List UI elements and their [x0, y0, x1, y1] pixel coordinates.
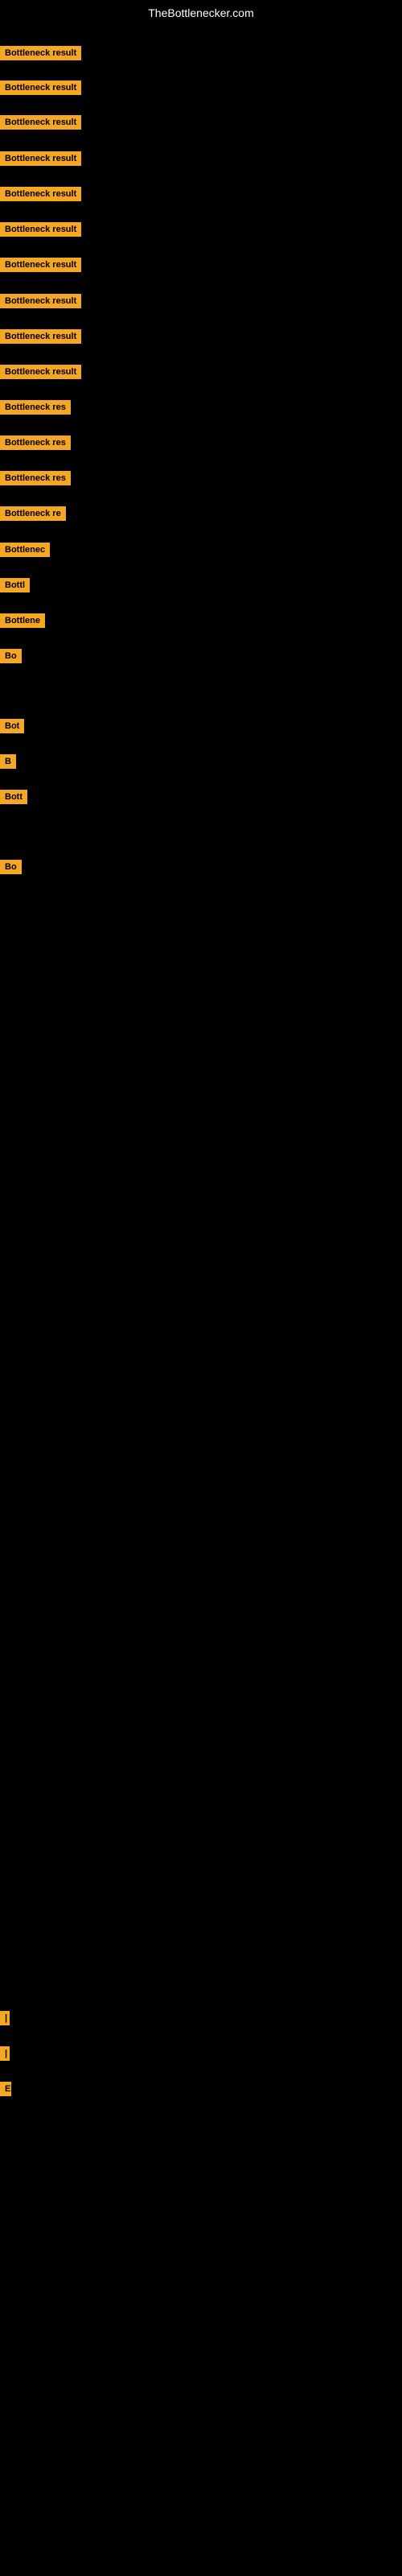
bottleneck-badge-text-8: Bottleneck result: [0, 294, 81, 308]
bottleneck-badge-text-4: Bottleneck result: [0, 151, 81, 166]
bottleneck-badge-text-7: Bottleneck result: [0, 258, 81, 272]
bottleneck-badge-text-17: Bottlene: [0, 613, 45, 628]
bottleneck-badge-text-12: Bottleneck res: [0, 436, 71, 450]
bottleneck-badge-text-16: Bottl: [0, 578, 30, 592]
bottleneck-badge-text-9: Bottleneck result: [0, 329, 81, 344]
site-title: TheBottlenecker.com: [0, 0, 402, 26]
bottleneck-badge-text-25: E: [0, 2082, 11, 2096]
bottleneck-badge-text-20: B: [0, 754, 16, 769]
bottleneck-badge-text-21: Bott: [0, 790, 27, 804]
bottleneck-badge-text-6: Bottleneck result: [0, 222, 81, 237]
bottleneck-badge-text-5: Bottleneck result: [0, 187, 81, 201]
bottleneck-badge-text-3: Bottleneck result: [0, 115, 81, 130]
bottleneck-badge-text-18: Bo: [0, 649, 22, 663]
bottleneck-badge-text-15: Bottlenec: [0, 543, 50, 557]
bottleneck-badge-text-24: |: [0, 2046, 10, 2061]
bottleneck-badge-text-13: Bottleneck res: [0, 471, 71, 485]
bottleneck-badge-text-14: Bottleneck re: [0, 506, 66, 521]
bottleneck-badge-text-2: Bottleneck result: [0, 80, 81, 95]
bottleneck-badge-text-1: Bottleneck result: [0, 46, 81, 60]
bottleneck-badge-text-10: Bottleneck result: [0, 365, 81, 379]
bottleneck-badge-text-22: Bo: [0, 860, 22, 874]
bottleneck-badge-text-19: Bot: [0, 719, 24, 733]
bottleneck-badge-text-23: |: [0, 2011, 10, 2025]
bottleneck-badge-text-11: Bottleneck res: [0, 400, 71, 415]
